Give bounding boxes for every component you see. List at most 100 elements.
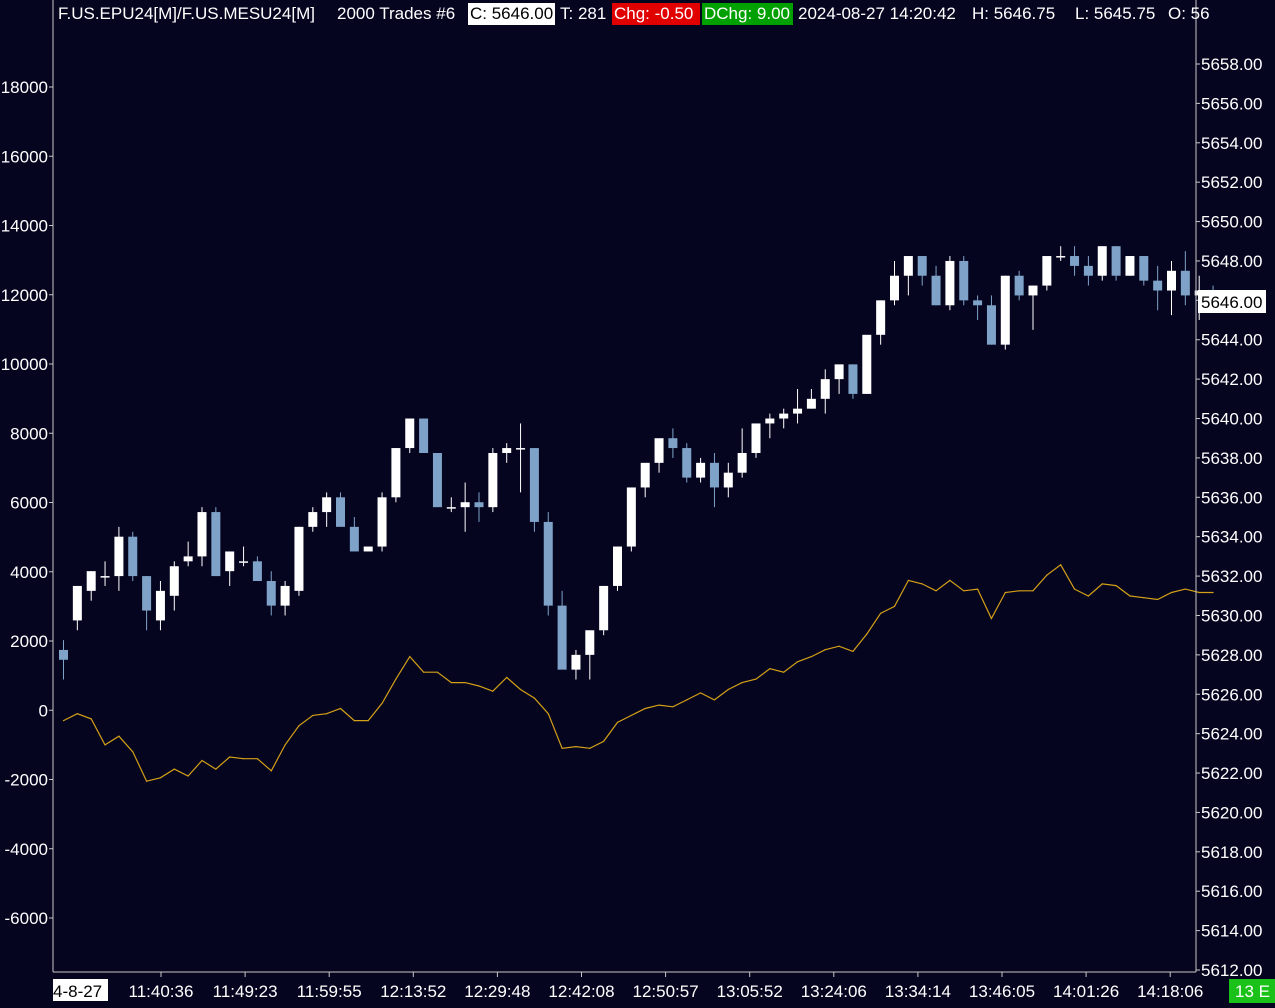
- candle-body: [488, 452, 498, 508]
- right-axis-tick-label: 5628.00: [1201, 646, 1262, 665]
- spread-line-point: [561, 747, 563, 749]
- spread-line-point: [769, 668, 771, 670]
- spread-line-point: [395, 678, 397, 680]
- right-axis-tick-label: 5636.00: [1201, 488, 1262, 507]
- spread-line-point: [256, 758, 258, 760]
- x-axis-date-label: 4-8-27: [53, 982, 102, 1001]
- left-axis-tick-label: 8000: [10, 424, 48, 443]
- left-axis-tick-label: 16000: [1, 147, 48, 166]
- candle-body: [1070, 256, 1080, 266]
- candle-body: [917, 256, 927, 276]
- spread-line-point: [450, 681, 452, 684]
- spread-line-point: [686, 699, 688, 701]
- right-axis-tick-label: 5624.00: [1201, 725, 1262, 744]
- spread-line-point: [741, 681, 743, 684]
- x-axis-tick-label: 14:01:26: [1053, 982, 1119, 1001]
- chart-background: [0, 0, 1275, 1003]
- candle-body: [1000, 275, 1010, 345]
- right-axis-tick-label: 5618.00: [1201, 843, 1262, 862]
- candle-body: [322, 497, 332, 513]
- spread-line-point: [1129, 595, 1131, 597]
- candle-body: [529, 448, 539, 522]
- header-info-bar: F.US.EPU24[M]/F.US.MESU24[M] 2000 Trades…: [58, 3, 1210, 25]
- spread-line-point: [852, 650, 854, 652]
- spread-line-point: [755, 678, 757, 680]
- left-axis-tick-label: -2000: [5, 771, 48, 790]
- candle-body: [1111, 246, 1121, 276]
- right-axis-tick-label: 5630.00: [1201, 606, 1262, 625]
- candle-body: [252, 561, 262, 582]
- spread-line-point: [187, 775, 189, 777]
- spread-line-point: [547, 713, 549, 715]
- candle-body: [349, 526, 359, 552]
- candle-body: [1139, 256, 1149, 281]
- spread-line-point: [727, 688, 729, 691]
- x-axis-tick-label: 11:40:36: [129, 982, 194, 1001]
- x-axis-tick-label: 12:13:52: [380, 982, 446, 1001]
- high-value: H: 5646.75: [972, 4, 1055, 23]
- spread-line-point: [90, 718, 92, 720]
- spread-line-point: [616, 721, 619, 723]
- spread-line-point: [949, 579, 951, 582]
- candle-body: [862, 334, 872, 394]
- candle-body: [654, 438, 664, 463]
- spread-line-point: [201, 759, 203, 762]
- candle-body: [571, 654, 581, 670]
- spread-line-point: [367, 720, 369, 722]
- low-value: L: 5645.75: [1075, 4, 1155, 23]
- candle-body: [516, 448, 526, 450]
- left-axis-tick-label: 4000: [10, 563, 48, 582]
- spread-line-point: [893, 605, 896, 607]
- spread-line-point: [630, 714, 632, 717]
- spread-line-point: [838, 645, 840, 647]
- spread-line-point: [658, 704, 660, 706]
- right-axis-tick-label: 5654.00: [1201, 134, 1262, 153]
- candle-body: [723, 472, 733, 488]
- left-axis-tick-label: -6000: [5, 909, 48, 928]
- spread-line-point: [533, 697, 536, 699]
- status-badge[interactable]: 13 E: [1235, 982, 1270, 1001]
- left-axis-tick-label: 14000: [1, 217, 48, 236]
- spread-line-point: [353, 720, 355, 722]
- spread-line-point: [1198, 591, 1200, 594]
- spread-line-point: [492, 690, 494, 692]
- candle-body: [682, 448, 692, 478]
- spread-line-point: [796, 661, 799, 663]
- right-axis-tick-label: 5642.00: [1201, 370, 1262, 389]
- x-axis-tick-label: 13:34:14: [885, 982, 951, 1001]
- spread-line-point: [866, 633, 868, 635]
- right-axis-tick-label: 5650.00: [1201, 213, 1262, 232]
- candle-body: [1083, 265, 1093, 276]
- candle-body: [225, 551, 235, 572]
- candle-body: [128, 536, 138, 577]
- x-axis-tick-label: 12:29:48: [464, 982, 530, 1001]
- candle-body: [751, 423, 761, 453]
- candle-body: [460, 502, 470, 508]
- candle-body: [640, 462, 650, 488]
- candle-body: [377, 497, 387, 547]
- left-axis-tick-label: 0: [39, 701, 48, 720]
- spread-line-point: [1018, 590, 1020, 592]
- candle-body: [903, 256, 913, 276]
- candle-body: [72, 585, 82, 621]
- candle-body: [931, 275, 941, 306]
- spread-line-point: [575, 746, 577, 748]
- candle-body: [432, 452, 442, 508]
- candle-body: [142, 576, 152, 611]
- spread-line-point: [907, 579, 909, 582]
- spread-line-point: [173, 768, 175, 770]
- candle-body: [737, 452, 747, 473]
- spread-line-point: [880, 612, 882, 614]
- candle-body: [474, 502, 484, 508]
- candle-body: [557, 605, 567, 670]
- candle-body: [308, 512, 318, 527]
- spread-line-point: [810, 655, 813, 658]
- candle-body: [211, 512, 221, 577]
- candle-body: [363, 546, 373, 552]
- spread-line-point: [270, 770, 272, 772]
- spread-line-point: [146, 780, 148, 782]
- candle-body: [169, 566, 179, 596]
- right-axis-tick-label: 5656.00: [1201, 94, 1262, 113]
- spread-line-point: [990, 617, 993, 620]
- spread-line-point: [339, 707, 342, 710]
